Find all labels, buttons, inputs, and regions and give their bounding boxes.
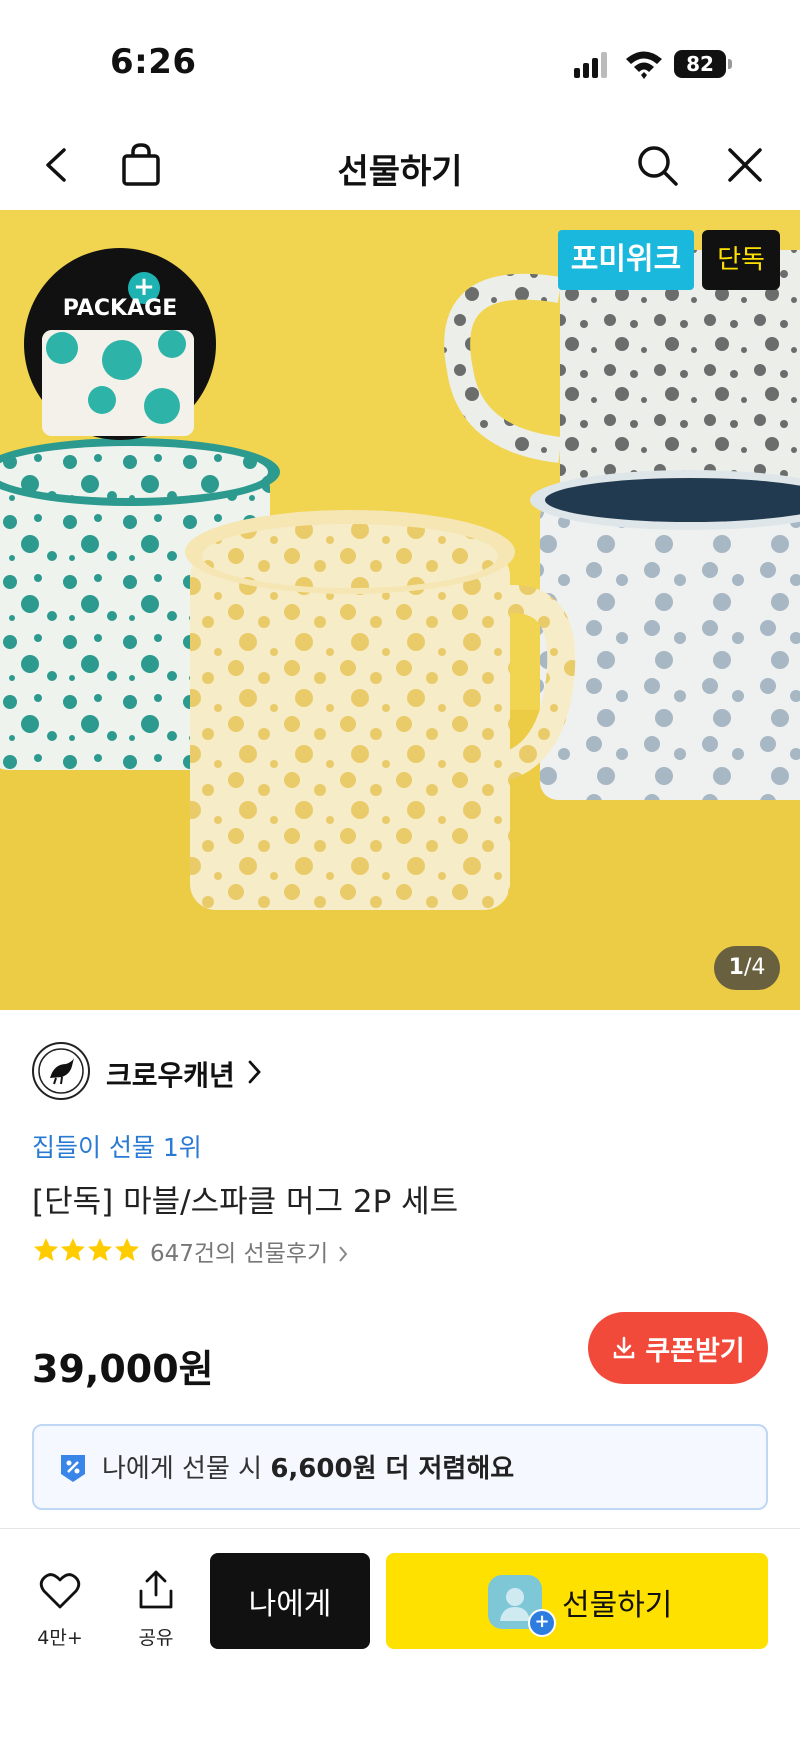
battery-indicator: 82 [674,50,732,78]
chevron-right-icon [248,1060,261,1084]
star-icon [88,1238,112,1261]
status-time: 6:26 [110,42,197,82]
product-price: 39,000원 [32,1347,214,1391]
package-thumbnail [42,330,194,436]
coupon-button[interactable]: 쿠폰받기 [588,1312,768,1384]
chevron-right-icon [339,1246,348,1262]
status-bar: 6:26 82 [0,0,800,120]
share-label: 공유 [138,1627,174,1649]
back-icon[interactable] [34,142,80,188]
rating-row[interactable]: 647건의 선물후기 [32,1234,532,1270]
discount-text: 나에게 선물 시 6,600원 더 저렴해요 [102,1448,514,1485]
package-badge[interactable]: + PACKAGE [24,248,216,440]
wifi-icon [626,51,662,79]
send-gift-button[interactable]: + 선물하기 [386,1553,768,1649]
product-image-carousel[interactable]: + PACKAGE 포미위크 단독 1/4 [0,210,800,1010]
star-icon [34,1238,58,1261]
nav-bar: 선물하기 [0,120,800,210]
search-icon[interactable] [634,142,680,188]
heart-icon [39,1573,81,1609]
image-counter-current: 1 [728,955,744,980]
gift-label: 선물하기 [562,1588,673,1623]
coupon-label: 쿠폰받기 [645,1335,745,1367]
wish-button[interactable]: 4만+ [20,1559,100,1649]
cellular-signal-icon [574,52,610,78]
share-icon [139,1570,173,1609]
bottom-action-bar: 4만+ 공유 나에게 + 선물하기 [0,1529,800,1740]
brand-name: 크로우캐년 [106,1059,235,1092]
exclusive-tag: 단독 [702,230,780,290]
download-icon [614,1336,635,1359]
discount-prefix: 나에게 선물 시 [102,1454,271,1484]
rank-label[interactable]: 집들이 선물 1위 [32,1128,202,1164]
buy-for-me-button[interactable]: 나에게 [210,1553,370,1649]
star-icon [61,1238,85,1261]
share-button[interactable]: 공유 [116,1559,196,1649]
image-counter-total: /4 [743,955,766,980]
self-gift-discount-banner: 나에게 선물 시 6,600원 더 저렴해요 [32,1424,768,1510]
discount-amount: 6,600원 더 저렴해요 [270,1454,515,1484]
wish-count: 4만+ [37,1627,83,1649]
discount-tag-icon [61,1455,85,1482]
package-label: PACKAGE [62,296,178,321]
review-link[interactable]: 647건의 선물후기 [150,1234,349,1268]
brand-logo [32,1042,90,1100]
star-icon [115,1238,139,1261]
promo-tag: 포미위크 [558,230,694,290]
brand-link[interactable]: 크로우캐년 [32,1042,632,1102]
product-title: [단독] 마블/스파클 머그 2P 세트 [32,1184,459,1220]
image-counter: 1/4 [714,946,780,990]
shopping-bag-icon[interactable] [118,142,164,188]
close-icon[interactable] [722,142,768,188]
review-count: 647건의 선물후기 [150,1241,329,1267]
add-friend-icon: + [528,1609,556,1637]
